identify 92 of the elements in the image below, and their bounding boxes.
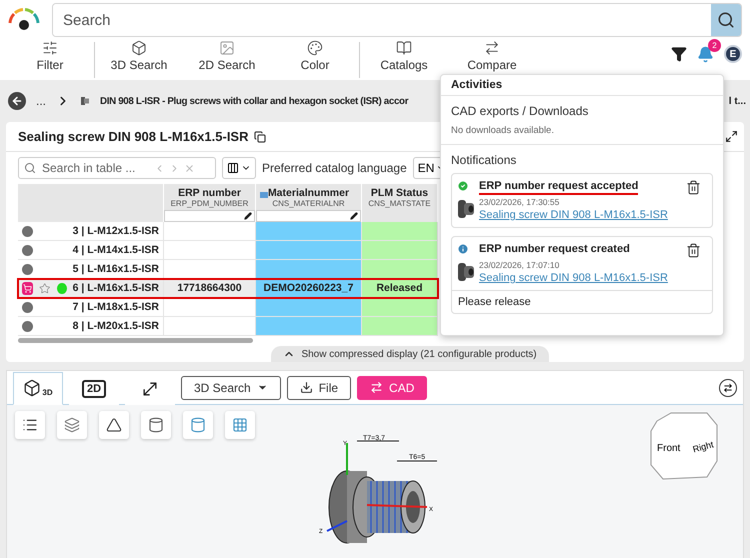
grid-icon (232, 417, 248, 433)
table-row[interactable]: 4 | L-M14x1.5-ISR (18, 241, 438, 260)
cylinder-icon (190, 417, 206, 433)
breadcrumb-title-tail: l t... (728, 96, 746, 106)
pencil-icon (350, 212, 358, 220)
language-label: Preferred catalog language (262, 161, 407, 175)
columns-button[interactable] (222, 157, 256, 179)
download-icon (300, 381, 313, 394)
search-button[interactable] (711, 4, 741, 36)
pencil-icon (244, 212, 252, 220)
screw-thumbnail-icon (457, 261, 475, 283)
empty-message: No downloads available. (451, 125, 555, 136)
notification-date: 23/02/2026, 17:30:55 (479, 197, 560, 207)
delete-icon[interactable] (686, 243, 701, 258)
cube-face-label[interactable]: Front (657, 443, 680, 454)
cad-button[interactable]: CAD (357, 376, 428, 400)
table-cell: DEMO20260223_7 (256, 279, 362, 298)
notification-title: ERP number request created (479, 243, 630, 257)
compare-arrows-icon (723, 382, 733, 392)
column-title: PLM Status (370, 187, 428, 199)
notification-title: ERP number request accepted (479, 180, 638, 195)
cube-icon (23, 379, 42, 397)
star-icon[interactable] (39, 282, 51, 294)
notification-comment: Please release (452, 290, 712, 313)
compare-arrows-icon (484, 40, 500, 56)
user-avatar[interactable]: E (724, 45, 742, 63)
table-row[interactable]: 7 | L-M18x1.5-ISR (18, 298, 438, 317)
book-icon (396, 40, 412, 56)
toolbar-button[interactable]: Compare (448, 40, 536, 72)
back-button[interactable] (8, 92, 26, 110)
search-icon (717, 11, 735, 29)
table-row[interactable]: 8 | L-M20x1.5-ISR (18, 317, 438, 336)
table-row[interactable]: 5 | L-M16x1.5-ISR (18, 260, 438, 279)
screw-icon (80, 96, 90, 106)
column-title: Materialnummer (268, 187, 350, 199)
breadcrumb-title: DIN 908 L-ISR - Plug screws with collar and hexagon socket (ISR) accor (100, 96, 408, 106)
column-title: ERP number (178, 187, 241, 199)
delete-icon[interactable] (686, 180, 701, 195)
toolbar-button[interactable]: Filter (6, 40, 94, 72)
toolbar-button[interactable]: Color (271, 40, 359, 72)
column-filter-field[interactable] (164, 210, 255, 222)
toolbar-button[interactable]: 2D Search (183, 40, 271, 72)
panel-title: Activities (451, 79, 502, 91)
screw-thumbnail-icon (457, 198, 475, 220)
column-field-name: CNS_MATSTATE (368, 199, 431, 208)
viewer-tab[interactable]: 3D (13, 372, 63, 404)
cube-face-label[interactable]: Right (692, 439, 715, 454)
breadcrumb-ellipsis[interactable]: ... (36, 94, 46, 108)
row-label: 5 | L-M16x1.5-ISR (72, 263, 159, 275)
product-link[interactable]: Sealing screw DIN 908 L-M16x1.5-ISR (479, 272, 686, 284)
table-row[interactable]: 6 | L-M16x1.5-ISR 17718664300 DEMO20260223_7 Released (18, 279, 438, 298)
image-icon (219, 40, 235, 56)
search-icon (24, 162, 36, 174)
product-link[interactable]: Sealing screw DIN 908 L-M16x1.5-ISR (479, 209, 686, 221)
filter-icon[interactable] (671, 46, 687, 62)
row-label: 4 | L-M14x1.5-ISR (72, 244, 159, 256)
info-icon (457, 243, 469, 255)
product-title: Sealing screw DIN 908 L-M16x1.5-ISR (18, 129, 248, 144)
row-label: 6 | L-M16x1.5-ISR (72, 282, 159, 294)
3d-search-dropdown[interactable]: 3D Search (181, 376, 281, 400)
section-title: CAD exports / Downloads (451, 104, 590, 118)
column-field-name: ERP_PDM_NUMBER (170, 199, 248, 208)
view-cube-drawing[interactable] (650, 412, 718, 480)
row-label: 8 | L-M20x1.5-ISR (72, 320, 159, 332)
row-label: 3 | L-M12x1.5-ISR (72, 225, 159, 237)
column-filter-field[interactable] (256, 210, 361, 222)
toolbar-button[interactable]: Catalogs (360, 40, 448, 72)
file-button[interactable]: File (286, 376, 352, 400)
table-row[interactable]: 3 | L-M12x1.5-ISR (18, 222, 438, 241)
viewer-tool-button[interactable] (15, 411, 45, 439)
columns-icon (227, 162, 239, 174)
notification-count-badge: 2 (708, 38, 721, 52)
cube-icon (131, 40, 147, 56)
gauge-logo-icon (6, 7, 42, 33)
viewer-tool-button[interactable] (141, 411, 171, 439)
toolbar-button[interactable]: 3D Search (95, 40, 183, 72)
notification-date: 23/02/2026, 17:07:10 (479, 260, 560, 270)
column-field-name: CNS_MATERIALNR (272, 199, 345, 208)
bell-icon[interactable] (697, 46, 714, 62)
row-label: 7 | L-M18x1.5-ISR (72, 301, 159, 313)
sliders-icon (42, 40, 58, 56)
table-cell: Released (362, 279, 438, 298)
check-icon (457, 180, 469, 192)
copy-icon[interactable] (254, 130, 266, 142)
compare-button[interactable] (719, 378, 737, 396)
back-arrow-icon (11, 95, 23, 107)
palette-icon (307, 40, 323, 56)
viewer-tool-button[interactable] (99, 411, 129, 439)
table-search-bar[interactable]: Search in table ... (18, 157, 216, 179)
section-title: Notifications (451, 153, 518, 167)
compressed-display-toggle[interactable]: Show compressed display (21 configurable products) (271, 346, 549, 362)
expand-icon[interactable] (725, 130, 738, 143)
